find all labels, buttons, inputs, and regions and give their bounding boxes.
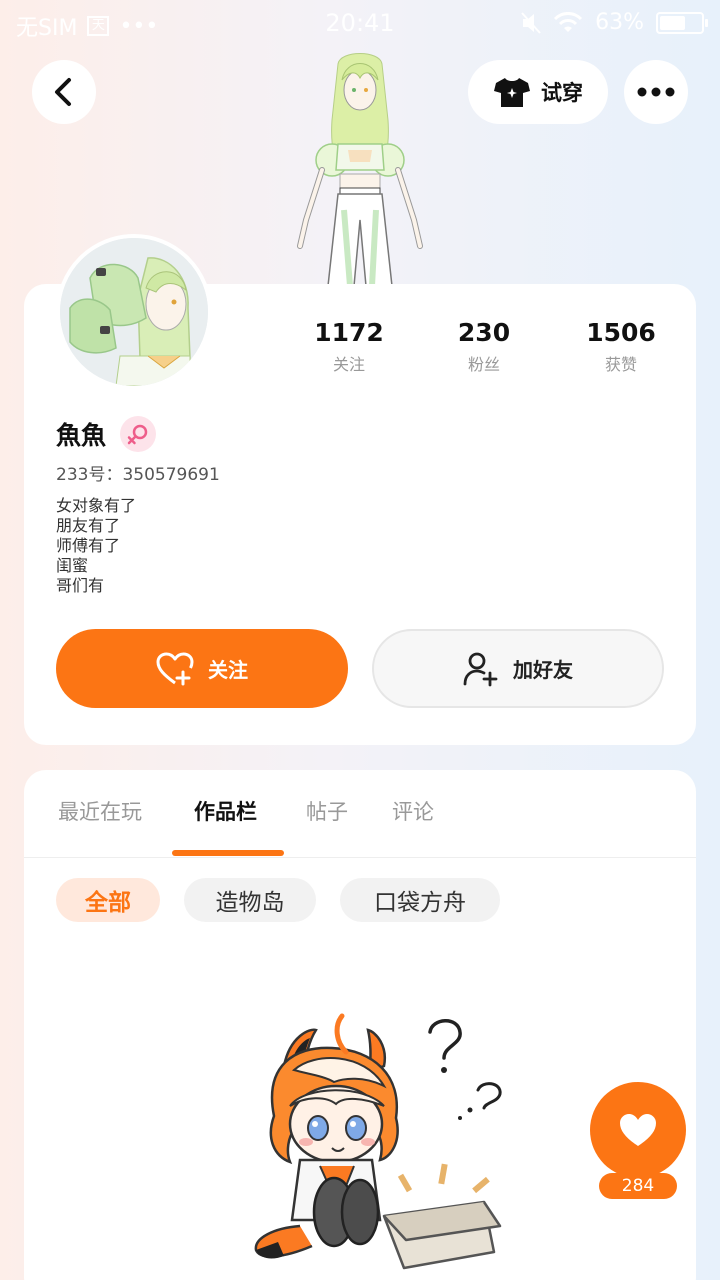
stat-likes[interactable]: 1506 获赞: [561, 318, 681, 375]
try-on-label: 试穿: [541, 81, 583, 105]
likes-received-count: 1506: [586, 318, 656, 347]
battery-icon: [656, 11, 708, 34]
user-id: 233号：350579691: [56, 465, 220, 485]
empty-state-illustration: [254, 1013, 502, 1270]
follow-button[interactable]: 关注: [56, 629, 348, 708]
back-button[interactable]: [32, 60, 96, 124]
following-label: 关注: [332, 355, 365, 374]
nickname: 魚魚: [56, 421, 107, 450]
filter-chip-all[interactable]: 全部: [56, 878, 160, 922]
tab-recently-played[interactable]: 最近在玩: [58, 796, 142, 826]
profile-avatar[interactable]: [56, 234, 212, 390]
bio-line: 女对象有了: [56, 496, 137, 515]
bio-line: 哥们有: [56, 576, 105, 595]
battery-level: [660, 15, 685, 30]
avatar-3d-figure[interactable]: [280, 50, 440, 286]
heart-plus-icon: [156, 652, 194, 685]
more-dots-icon: [637, 87, 675, 97]
status-bar: 无SIM 天 ••• 20:41 63%: [0, 0, 720, 46]
active-tab-indicator: [172, 850, 284, 856]
user-plus-icon: [463, 652, 498, 686]
bio-line: 闺蜜: [56, 556, 89, 575]
bio-line: 师傅有了: [56, 536, 121, 555]
bio-line: 朋友有了: [56, 516, 121, 535]
chevron-left-icon: [55, 78, 71, 106]
tab-comments[interactable]: 评论: [392, 796, 434, 826]
following-count: 1172: [314, 318, 384, 347]
like-floating-button[interactable]: [590, 1082, 686, 1178]
wifi-icon: [554, 11, 583, 32]
more-options-button[interactable]: [624, 60, 688, 124]
stat-following[interactable]: 1172 关注: [289, 318, 409, 375]
bio: 女对象有了 朋友有了 师傅有了 闺蜜 哥们有: [56, 496, 136, 596]
content-card: 最近在玩 作品栏 帖子 评论 全部 造物岛 口袋方舟: [24, 770, 696, 1280]
tab-posts[interactable]: 帖子: [306, 796, 348, 826]
try-on-button[interactable]: 试穿: [468, 60, 608, 124]
mute-icon: [521, 11, 541, 34]
like-count-badge: 284: [599, 1173, 677, 1199]
stat-fans[interactable]: 230 粉丝: [424, 318, 544, 375]
fans-label: 粉丝: [467, 355, 500, 374]
add-friend-label: 加好友: [513, 658, 573, 682]
gender-badge: [120, 416, 156, 452]
likes-received-label: 获赞: [604, 355, 637, 374]
fans-count: 230: [457, 318, 511, 347]
profile-tabs: 最近在玩 作品栏 帖子 评论: [24, 770, 696, 858]
filter-chip-creation-island[interactable]: 造物岛: [184, 878, 316, 922]
follow-label: 关注: [208, 658, 248, 682]
tshirt-icon: [494, 78, 530, 107]
heart-icon: [620, 1114, 656, 1146]
female-icon: [127, 424, 148, 445]
avatar-image: [60, 238, 208, 386]
filter-chip-pocket-ark[interactable]: 口袋方舟: [340, 878, 500, 922]
battery-percent: 63%: [595, 10, 644, 35]
add-friend-button[interactable]: 加好友: [372, 629, 664, 708]
tab-works[interactable]: 作品栏: [194, 796, 257, 826]
